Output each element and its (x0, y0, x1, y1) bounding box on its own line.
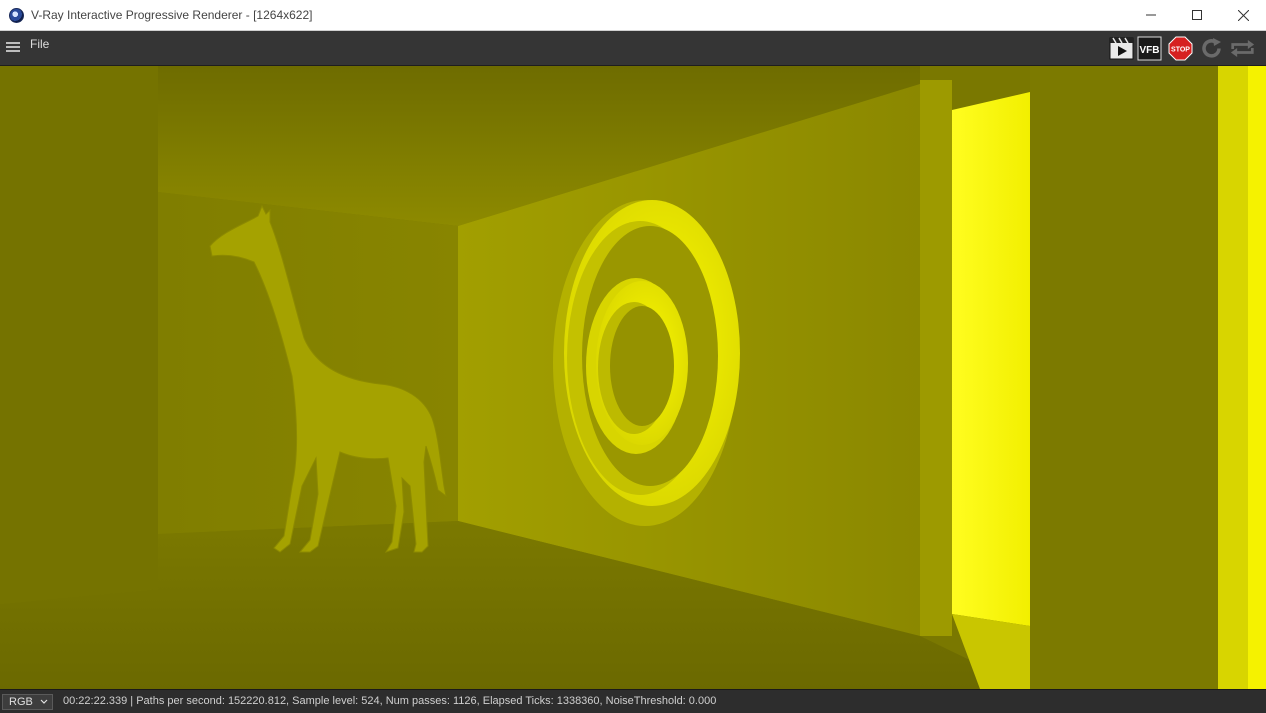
close-icon (1237, 9, 1249, 21)
status-separator: | (127, 695, 137, 707)
vfb-icon: VFB (1137, 36, 1162, 61)
vray-app-icon[interactable] (9, 8, 24, 23)
menu-toolbar: File VFB STOP (0, 31, 1266, 66)
refresh-button[interactable] (1199, 36, 1224, 61)
hamburger-icon[interactable] (6, 42, 20, 53)
maximize-button[interactable] (1174, 0, 1220, 30)
render-stats: 00:22:22.339 | Paths per second: 152220.… (63, 695, 716, 707)
title-bar: V-Ray Interactive Progressive Renderer -… (0, 0, 1266, 31)
sync-button[interactable] (1230, 36, 1255, 61)
elapsed-time: 00:22:22.339 (63, 695, 128, 707)
minimize-icon (1146, 14, 1156, 16)
vfb-button[interactable]: VFB (1137, 36, 1162, 61)
menu-file[interactable]: File (30, 37, 49, 51)
render-details: Paths per second: 152220.812, Sample lev… (136, 695, 717, 707)
status-bar: RGB 00:22:22.339 | Paths per second: 152… (0, 689, 1266, 713)
channel-value: RGB (9, 696, 33, 708)
vfb-label: VFB (1140, 45, 1160, 56)
refresh-icon (1202, 38, 1221, 58)
stop-icon: STOP (1168, 36, 1193, 61)
stop-label: STOP (1171, 47, 1190, 54)
channel-select[interactable]: RGB (2, 694, 53, 710)
render-to-picture-viewer-icon (1109, 37, 1134, 60)
close-button[interactable] (1220, 0, 1266, 30)
render-viewport[interactable] (0, 66, 1266, 689)
render-image (0, 66, 1266, 689)
stop-button[interactable]: STOP (1168, 36, 1193, 61)
minimize-button[interactable] (1128, 0, 1174, 30)
chevron-down-icon (40, 699, 48, 704)
render-button[interactable] (1109, 36, 1134, 61)
sync-icon (1230, 40, 1255, 57)
window-title: V-Ray Interactive Progressive Renderer -… (31, 8, 313, 22)
maximize-icon (1192, 10, 1202, 20)
